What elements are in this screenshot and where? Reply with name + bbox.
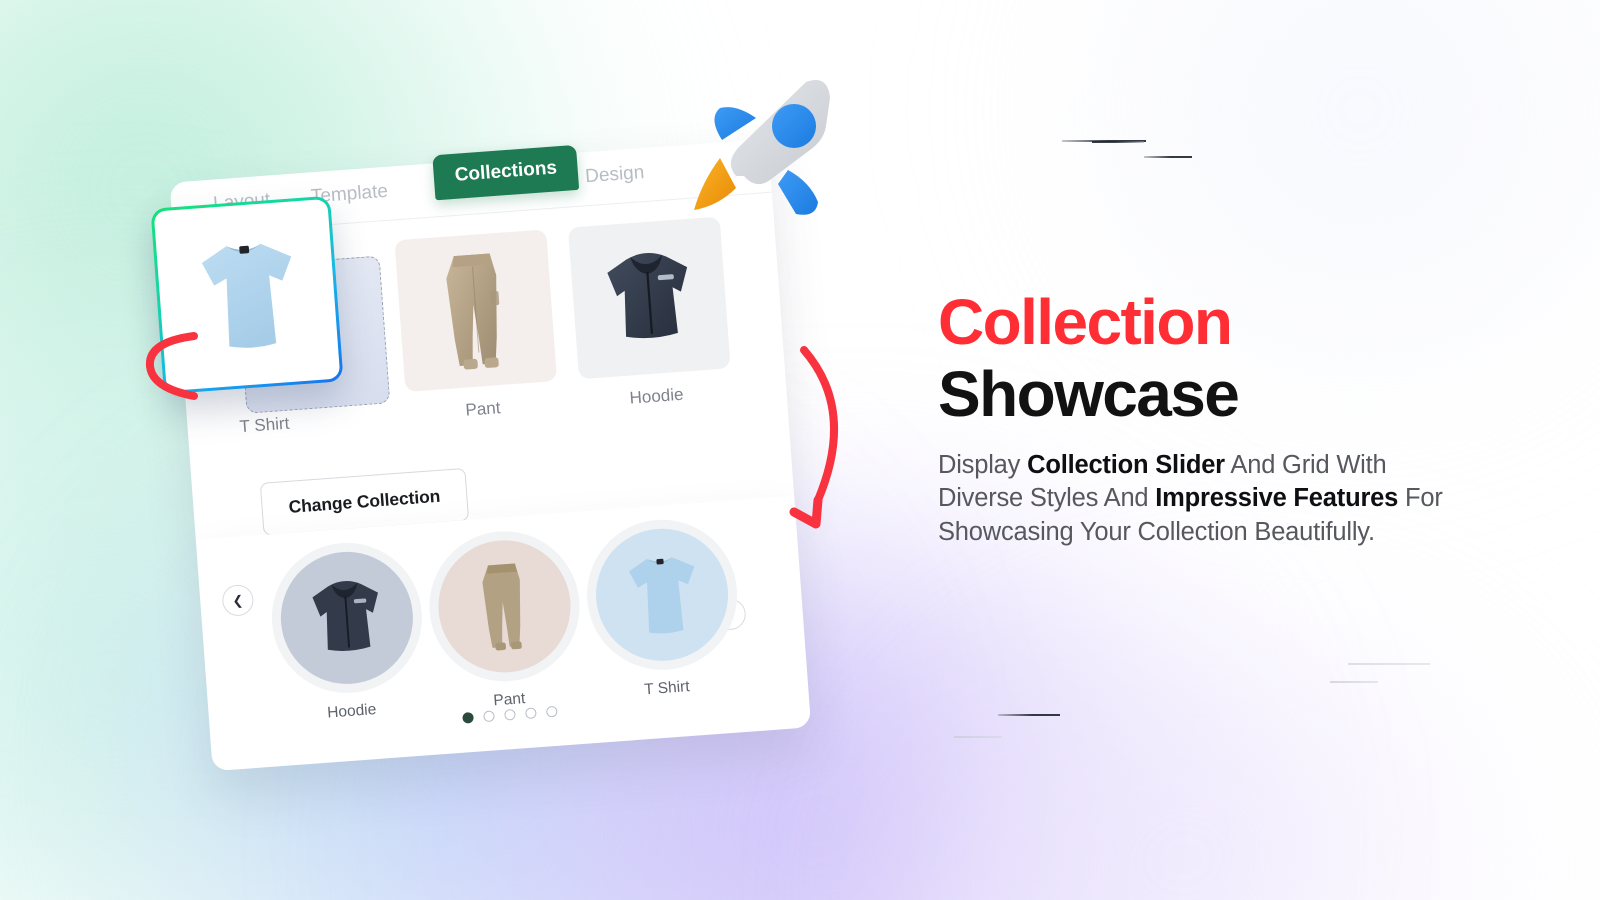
red-curved-arrow-down xyxy=(789,346,838,529)
carousel-ring xyxy=(581,514,743,676)
marketing-copy: Collection Showcase Display Collection S… xyxy=(938,286,1458,550)
pagination-dot[interactable] xyxy=(503,708,516,721)
decorative-line-6 xyxy=(998,714,1060,716)
subcopy-part-1: Display xyxy=(938,450,1028,479)
subheadline: Display Collection Slider And Grid With … xyxy=(938,449,1458,550)
product-cell-pant[interactable]: Pant xyxy=(394,229,561,450)
decorative-line-4 xyxy=(1348,663,1430,665)
headline-line-2: Showcase xyxy=(938,358,1240,431)
tab-design[interactable]: Design xyxy=(584,162,645,188)
carousel-item-tshirt[interactable]: T Shirt xyxy=(581,514,743,703)
product-label: Hoodie xyxy=(628,384,685,408)
headline-line-1: Collection xyxy=(938,286,1233,358)
pagination-dot[interactable] xyxy=(461,711,474,724)
subcopy-bold-2: Impressive Features xyxy=(1155,484,1399,513)
decorative-line-7 xyxy=(954,736,1002,738)
rocket-icon xyxy=(694,80,830,215)
tshirt-thumbnail xyxy=(591,524,733,666)
carousel-ring xyxy=(266,537,428,699)
decorative-line-3 xyxy=(1144,156,1192,158)
page-title: Collection Showcase xyxy=(938,286,1458,431)
subcopy-bold-1: Collection Slider xyxy=(1027,450,1225,479)
pant-thumbnail xyxy=(433,535,576,678)
decorative-line-5 xyxy=(1330,681,1378,683)
tab-collections[interactable]: Collections xyxy=(432,144,580,201)
pagination-dot[interactable] xyxy=(524,707,537,720)
pagination-dot[interactable] xyxy=(482,710,495,723)
panel-carousel-section: ❮ ❯ xyxy=(195,495,812,772)
promo-banner: Layout Template Collections Design T Shi… xyxy=(0,0,1600,900)
decorative-line-2 xyxy=(1092,141,1144,143)
product-label: Pant xyxy=(464,398,502,420)
pant-thumbnail xyxy=(394,229,558,393)
red-curved-arc xyxy=(145,332,198,400)
carousel-item-pant[interactable]: Pant xyxy=(424,526,585,714)
hoodie-thumbnail xyxy=(276,547,418,689)
collection-carousel: Hoodie Pant T Shirt xyxy=(266,514,743,726)
chevron-left-icon: ❮ xyxy=(231,591,244,608)
pagination-dot[interactable] xyxy=(545,705,558,718)
carousel-ring xyxy=(424,526,585,687)
carousel-prev-button[interactable]: ❮ xyxy=(221,583,255,617)
carousel-item-hoodie[interactable]: Hoodie xyxy=(266,537,428,726)
